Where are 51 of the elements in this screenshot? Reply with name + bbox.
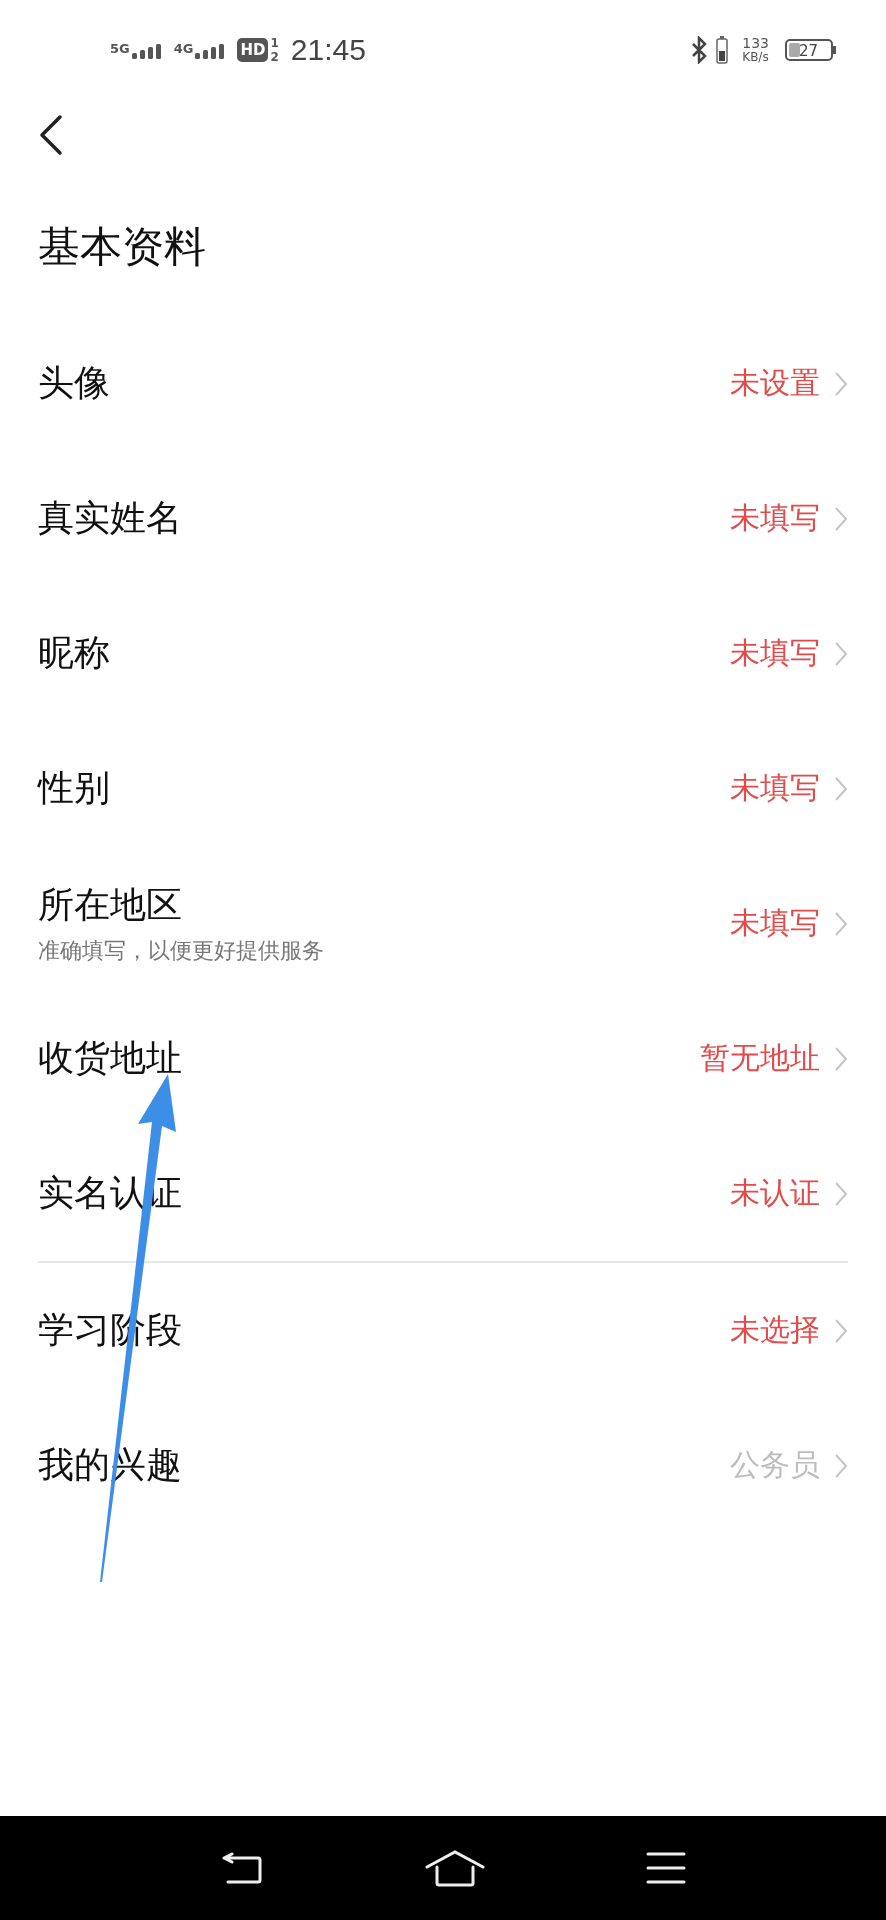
settings-row[interactable]: 性别 未填写 <box>0 721 886 856</box>
settings-row[interactable]: 收货地址 暂无地址 <box>0 991 886 1126</box>
back-icon <box>38 114 64 156</box>
battery-small-icon <box>716 36 729 64</box>
row-value: 公务员 <box>730 1446 820 1484</box>
row-value: 未填写 <box>730 904 820 942</box>
battery-percent: 27 <box>799 42 819 60</box>
signal-icon <box>195 41 226 59</box>
home-icon <box>425 1849 485 1887</box>
row-label: 性别 <box>38 766 111 810</box>
speed-value: 133 <box>742 36 769 50</box>
row-value: 未填写 <box>730 634 820 672</box>
slot-number: 1 <box>270 36 279 50</box>
bluetooth-icon <box>690 36 709 64</box>
network-label: 4G <box>173 41 194 56</box>
chevron-right-icon <box>834 775 848 802</box>
chevron-right-icon <box>834 1180 848 1207</box>
row-value: 未填写 <box>730 769 820 807</box>
page-title: 基本资料 <box>37 221 207 273</box>
chevron-right-icon <box>834 1317 848 1344</box>
row-label: 所在地区 <box>38 883 183 927</box>
network-label: 5G <box>110 41 130 56</box>
chevron-right-icon <box>834 1452 848 1479</box>
chevron-right-icon <box>834 370 848 397</box>
chevron-right-icon <box>834 1045 848 1072</box>
chevron-right-icon <box>834 910 848 937</box>
row-value: 未认证 <box>730 1174 820 1212</box>
row-value: 未填写 <box>730 499 820 537</box>
clock: 21:45 <box>290 33 366 67</box>
row-label: 收货地址 <box>38 1036 183 1080</box>
signal-icon <box>131 41 162 59</box>
settings-row[interactable]: 昵称 未填写 <box>0 586 886 721</box>
row-value: 未设置 <box>730 364 820 402</box>
settings-row[interactable]: 所在地区 准确填写，以便更好提供服务 未填写 <box>0 856 886 991</box>
battery-fill <box>789 43 800 57</box>
settings-row[interactable]: 真实姓名 未填写 <box>0 451 886 586</box>
settings-row[interactable]: 头像 未设置 <box>0 316 886 451</box>
row-label: 昵称 <box>38 631 111 675</box>
back-arrow-icon <box>220 1850 265 1886</box>
row-value: 暂无地址 <box>700 1039 820 1077</box>
row-hint: 准确填写，以便更好提供服务 <box>38 937 325 965</box>
chevron-right-icon <box>834 640 848 667</box>
row-label: 真实姓名 <box>38 496 183 540</box>
back-button[interactable] <box>38 114 64 156</box>
hd-badge: HD <box>237 38 269 62</box>
row-value: 未选择 <box>730 1311 820 1349</box>
slot-number: 2 <box>270 50 279 64</box>
menu-icon <box>645 1851 686 1885</box>
row-label: 头像 <box>38 361 111 405</box>
speed-unit: KB/s <box>742 50 769 64</box>
chevron-right-icon <box>834 505 848 532</box>
